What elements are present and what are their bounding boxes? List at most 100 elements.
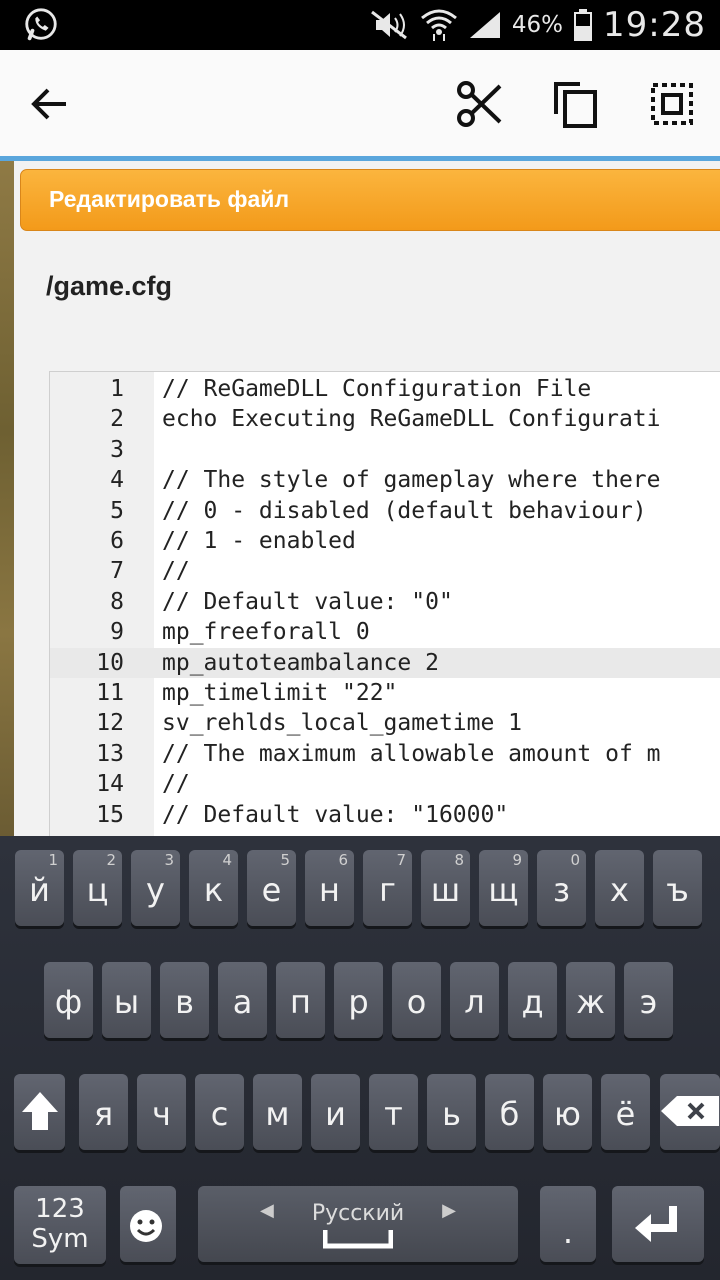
code-line[interactable]: 14 // (50, 769, 720, 799)
code-line[interactable]: 4 // The style of gameplay where there (50, 465, 720, 495)
key-ь[interactable]: ь (427, 1074, 476, 1150)
action-bar (0, 50, 720, 158)
line-number: 1 (110, 376, 124, 402)
backspace-key[interactable] (660, 1074, 720, 1150)
code-line[interactable]: 10 mp_autoteambalance 2 (50, 647, 720, 678)
select-all-icon[interactable] (650, 82, 694, 126)
code-line[interactable]: 7 // (50, 556, 720, 586)
key-щ[interactable]: щ9 (479, 850, 528, 926)
code-line[interactable]: 15 // Default value: "16000" (50, 800, 720, 830)
dialog-title: Редактировать файл (49, 186, 290, 212)
key-hint: 5 (280, 851, 290, 869)
code-line[interactable]: 13 // The maximum allowable amount of m (50, 739, 720, 769)
signal-icon (469, 12, 500, 38)
key-б[interactable]: б (485, 1074, 534, 1150)
shift-key[interactable] (14, 1074, 65, 1150)
key-л[interactable]: л (450, 962, 499, 1038)
key-з[interactable]: з0 (537, 850, 586, 926)
right-arrow-icon: ▶ (442, 1200, 456, 1221)
key-ы[interactable]: ы (102, 962, 151, 1038)
cut-icon[interactable] (456, 80, 504, 128)
key-label: щ (488, 871, 519, 909)
line-number: 10 (96, 649, 124, 676)
line-number: 2 (110, 406, 124, 433)
key-label: ъ (666, 871, 689, 909)
key-а[interactable]: а (218, 962, 267, 1038)
line-text: // 0 - disabled (default behaviour) (162, 497, 647, 524)
key-к[interactable]: к4 (189, 850, 238, 926)
code-editor[interactable]: 1 // ReGameDLL Configuration File 2 echo Ex… (49, 371, 720, 836)
key-м[interactable]: м (253, 1074, 302, 1150)
code-line[interactable]: 2 echo Executing ReGameDLL Configurati (50, 404, 720, 434)
key-г[interactable]: г7 (363, 850, 412, 926)
key-д[interactable]: д (508, 962, 557, 1038)
key-п[interactable]: п (276, 962, 325, 1038)
code-line[interactable]: 5 // 0 - disabled (default behaviour) (50, 496, 720, 526)
key-ё[interactable]: ё (601, 1074, 650, 1150)
code-line[interactable]: 1 // ReGameDLL Configuration File (50, 374, 720, 404)
shift-icon (21, 1092, 58, 1130)
key-label: н (319, 871, 340, 909)
clock: 19:28 (603, 5, 706, 45)
line-number: 8 (110, 588, 124, 615)
key-ц[interactable]: ц2 (73, 850, 122, 926)
line-text: mp_timelimit "22" (162, 680, 398, 706)
edit-file-dialog: Редактировать файл /game.cfg 1 // ReGameD… (14, 161, 720, 836)
code-line[interactable]: 8 // Default value: "0" (50, 587, 720, 617)
key-х[interactable]: х (595, 850, 644, 926)
spacebar-icon (322, 1230, 394, 1249)
back-arrow-icon[interactable] (30, 84, 70, 124)
key-н[interactable]: н6 (305, 850, 354, 926)
line-number: 6 (110, 528, 124, 554)
key-label: х (610, 871, 629, 909)
left-arrow-icon: ◀ (260, 1200, 274, 1221)
key-я[interactable]: я (79, 1074, 128, 1150)
period-key[interactable]: . (540, 1186, 596, 1262)
key-р[interactable]: р (334, 962, 383, 1038)
line-text: // Default value: "0" (162, 588, 453, 615)
key-label: ц (86, 871, 109, 909)
key-hint: 2 (106, 851, 116, 869)
symbols-key[interactable]: 123 Sym (14, 1186, 106, 1264)
code-line[interactable]: 3 (50, 435, 720, 465)
code-line[interactable]: 6 // 1 - enabled (50, 526, 720, 556)
mute-icon (370, 10, 407, 40)
enter-key[interactable] (612, 1186, 704, 1262)
battery-percent: 46% (511, 12, 564, 38)
key-ъ[interactable]: ъ (653, 850, 702, 926)
battery-icon (574, 9, 593, 41)
key-у[interactable]: у3 (131, 850, 180, 926)
key-ш[interactable]: ш8 (421, 850, 470, 926)
line-number: 4 (110, 467, 124, 494)
key-label: е (261, 871, 282, 909)
key-е[interactable]: е5 (247, 850, 296, 926)
key-э[interactable]: э (624, 962, 673, 1038)
copy-icon[interactable] (552, 80, 598, 128)
key-й[interactable]: й1 (15, 850, 64, 926)
key-и[interactable]: и (311, 1074, 360, 1150)
key-о[interactable]: о (392, 962, 441, 1038)
key-ч[interactable]: ч (137, 1074, 186, 1150)
space-key[interactable]: ◀ Русский ▶ (198, 1186, 518, 1262)
language-label: Русский (311, 1201, 405, 1226)
key-label: ш (430, 871, 461, 909)
key-ю[interactable]: ю (543, 1074, 592, 1150)
code-line[interactable]: 9 mp_freeforall 0 (50, 617, 720, 647)
key-ф[interactable]: ф (44, 962, 93, 1038)
period-label: . (562, 1213, 574, 1251)
line-number: 15 (96, 801, 124, 828)
key-в[interactable]: в (160, 962, 209, 1038)
code-line[interactable]: 11 mp_timelimit "22" (50, 678, 720, 708)
line-text: // 1 - enabled (162, 528, 356, 554)
line-number: 7 (110, 558, 124, 585)
key-hint: 7 (396, 851, 406, 869)
soft-keyboard: й1ц2у3к4е5н6г7ш8щ9з0хъфывапролджэячсмить… (0, 836, 720, 1280)
enter-icon (635, 1206, 677, 1242)
key-ж[interactable]: ж (566, 962, 615, 1038)
code-line[interactable]: 12 sv_rehlds_local_gametime 1 (50, 708, 720, 738)
key-с[interactable]: с (195, 1074, 244, 1150)
line-text: // ReGameDLL Configuration File (162, 376, 592, 402)
line-text: // The maximum allowable amount of m (162, 740, 661, 767)
emoji-key[interactable] (120, 1186, 176, 1262)
key-т[interactable]: т (369, 1074, 418, 1150)
